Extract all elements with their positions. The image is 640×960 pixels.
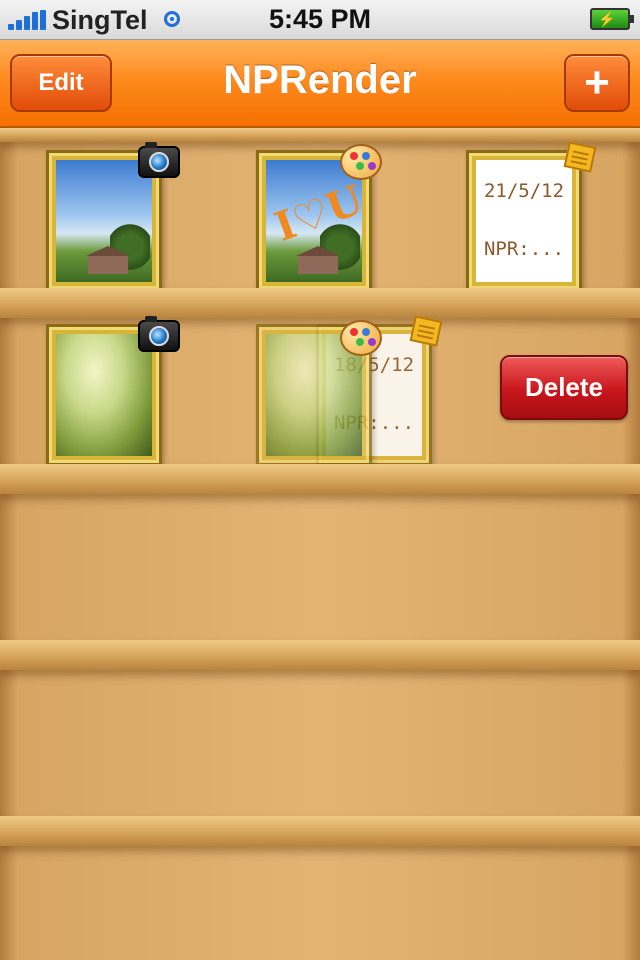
palette-icon: [340, 320, 382, 356]
shelf-plank: [0, 816, 640, 846]
add-button[interactable]: +: [564, 54, 630, 112]
delete-button[interactable]: Delete: [500, 355, 628, 420]
photo-thumbnail: [56, 160, 152, 282]
notepad-icon: [409, 315, 443, 347]
shelf-plank: [0, 464, 640, 494]
palette-icon: [340, 144, 382, 180]
camera-icon: [138, 316, 180, 352]
status-bar: SingTel 5:45 PM ⚡: [0, 0, 640, 40]
navigation-bar: Edit NPRender +: [0, 40, 640, 128]
shelf-item-note[interactable]: 21/5/12 NPR:...: [466, 150, 582, 292]
notepad-icon: [563, 141, 597, 173]
bookshelf: I♡U 21/5/12 NPR:... 18/5/12 NPR:...: [0, 128, 640, 960]
shelf-plank: [0, 288, 640, 318]
note-date: 21/5/12: [483, 180, 565, 202]
note-text: NPR:...: [483, 238, 565, 260]
status-time: 5:45 PM: [268, 4, 372, 34]
page-title: NPRender: [223, 58, 417, 102]
painting-thumbnail: I♡U: [266, 160, 362, 282]
photo-thumbnail: [56, 334, 152, 456]
note-thumbnail: 21/5/12 NPR:...: [476, 160, 572, 282]
shelf-plank: [0, 640, 640, 670]
camera-icon: [138, 142, 180, 178]
battery-charging-icon: ⚡: [590, 8, 634, 30]
shelf-plank: [0, 128, 640, 142]
